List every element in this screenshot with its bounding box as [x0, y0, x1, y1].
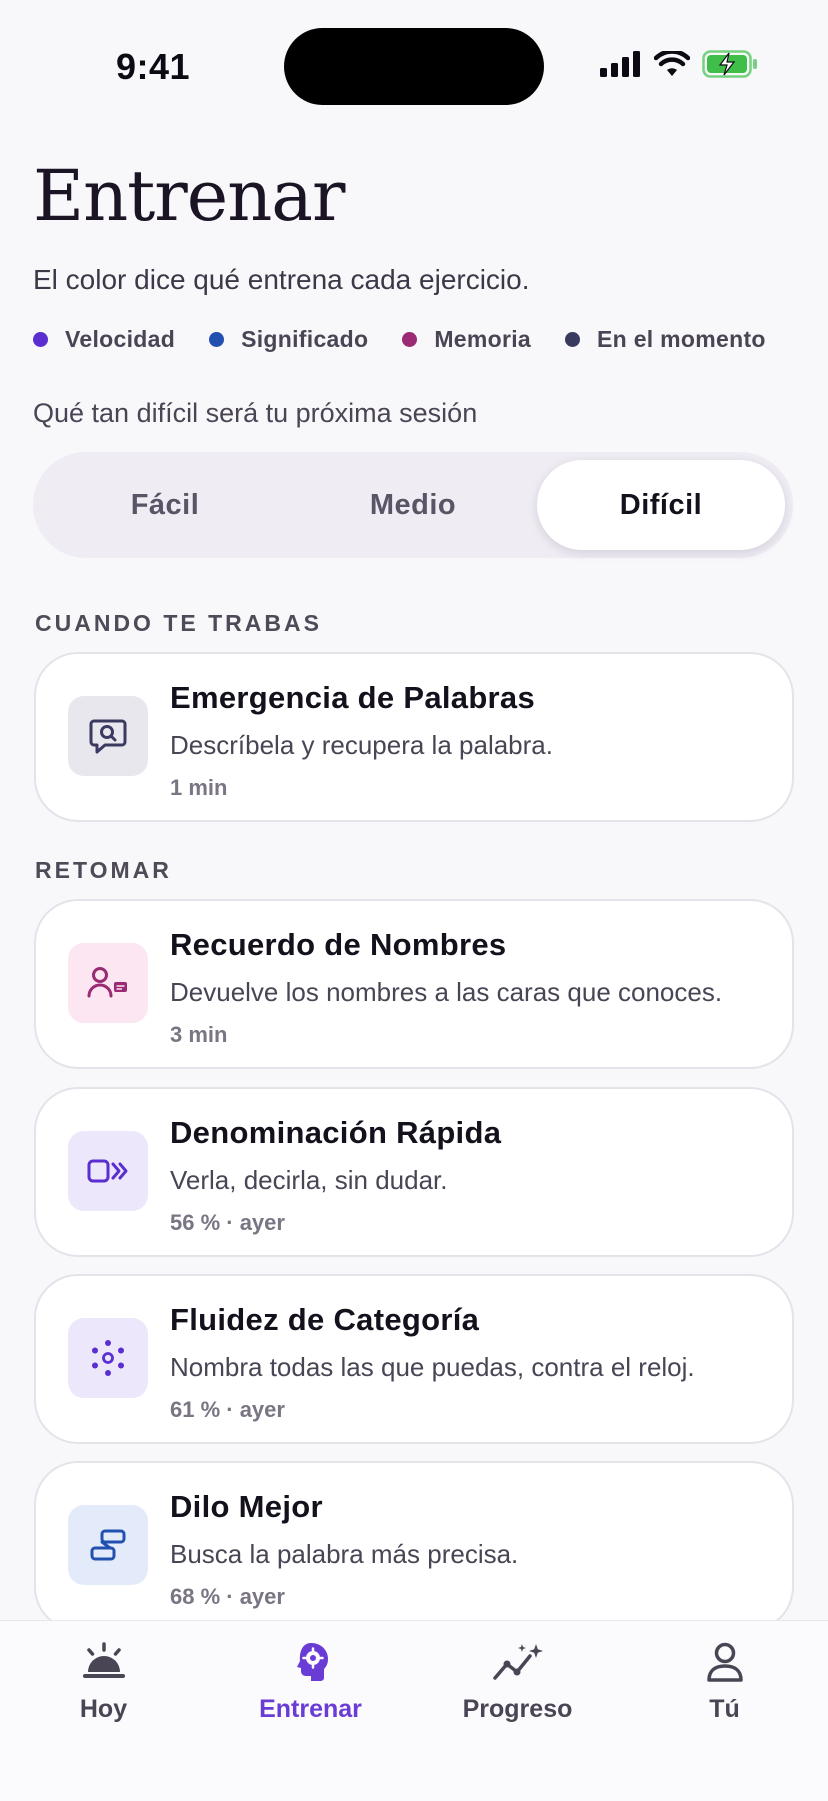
- tab-bar: Hoy Entrenar Progreso Tú: [0, 1620, 828, 1801]
- legend-dot: [33, 332, 48, 347]
- legend-dot: [565, 332, 581, 347]
- dots-circle-icon: [68, 1318, 148, 1398]
- card-description: Nombra todas las que puedas, contra el r…: [170, 1352, 695, 1382]
- legend-dot: [209, 332, 225, 347]
- section-header-retomar: RETOMAR: [35, 857, 172, 883]
- cellular-signal-icon: [600, 51, 640, 77]
- card-title: Emergencia de Palabras: [170, 680, 536, 715]
- status-bar: 9:41: [0, 0, 828, 130]
- legend-label: Memoria: [434, 326, 532, 352]
- card-title: Recuerdo de Nombres: [170, 927, 507, 962]
- person-card-icon: [68, 943, 148, 1023]
- section-header-cuando-te-trabas: CUANDO TE TRABAS: [35, 610, 322, 636]
- card-description: Busca la palabra más precisa.: [170, 1539, 519, 1569]
- exercise-card-dilo-mejor[interactable]: Dilo Mejor Busca la palabra más precisa.…: [34, 1461, 794, 1631]
- tab-progreso[interactable]: Progreso: [414, 1621, 621, 1751]
- speech-search-icon: [68, 696, 148, 776]
- legend-item-en-el-momento: En el momento: [565, 326, 766, 353]
- legend-item-significado: Significado: [209, 326, 368, 353]
- wifi-icon: [654, 51, 690, 76]
- difficulty-option-facil[interactable]: Fácil: [41, 460, 289, 550]
- legend-label: Velocidad: [65, 326, 176, 352]
- exercise-card-emergencia-de-palabras[interactable]: Emergencia de Palabras Descríbela y recu…: [34, 652, 794, 822]
- tab-tu[interactable]: Tú: [621, 1621, 828, 1751]
- difficulty-option-medio[interactable]: Medio: [289, 460, 537, 550]
- tab-entrenar[interactable]: Entrenar: [207, 1621, 414, 1751]
- card-description: Verla, decirla, sin dudar.: [170, 1165, 448, 1195]
- sparkle-chart-icon: [492, 1637, 544, 1687]
- card-description: Descríbela y recupera la palabra.: [170, 730, 553, 760]
- card-meta: 1 min: [170, 775, 228, 800]
- battery-charging-icon: [702, 50, 757, 78]
- tab-label: Hoy: [79, 1695, 128, 1723]
- legend-item-velocidad: Velocidad: [33, 326, 175, 353]
- card-meta: 68 % · ayer: [170, 1584, 285, 1609]
- dynamic-island: [284, 28, 544, 105]
- legend-item-memoria: Memoria: [402, 326, 531, 353]
- legend-label: Significado: [241, 326, 369, 352]
- legend-label: En el momento: [597, 326, 766, 352]
- difficulty-option-dificil[interactable]: Difícil: [537, 460, 785, 550]
- exercise-card-recuerdo-de-nombres[interactable]: Recuerdo de Nombres Devuelve los nombres…: [34, 899, 794, 1069]
- card-title: Fluidez de Categoría: [170, 1302, 480, 1337]
- card-meta: 61 % · ayer: [170, 1397, 285, 1422]
- skill-legend: Velocidad Significado Memoria En el mome…: [33, 326, 766, 353]
- card-meta: 3 min: [170, 1022, 228, 1047]
- exercise-card-fluidez-de-categoria[interactable]: Fluidez de Categoría Nombra todas las qu…: [34, 1274, 794, 1444]
- status-time: 9:41: [116, 46, 191, 87]
- tab-label: Tú: [709, 1695, 740, 1723]
- sunrise-icon: [80, 1637, 128, 1687]
- tab-label: Entrenar: [259, 1695, 362, 1723]
- person-icon: [705, 1637, 745, 1687]
- blocks-icon: [68, 1505, 148, 1585]
- card-title: Dilo Mejor: [170, 1489, 323, 1524]
- card-description: Devuelve los nombres a las caras que con…: [170, 977, 723, 1007]
- page-subtitle: El color dice qué entrena cada ejercicio…: [33, 264, 530, 295]
- exercise-card-denominacion-rapida[interactable]: Denominación Rápida Verla, decirla, sin …: [34, 1087, 794, 1257]
- brain-gear-icon: [289, 1637, 333, 1687]
- page-title: Entrenar: [33, 155, 345, 237]
- tab-hoy[interactable]: Hoy: [0, 1621, 207, 1751]
- legend-dot: [402, 332, 418, 347]
- card-title: Denominación Rápida: [170, 1115, 502, 1150]
- tab-label: Progreso: [462, 1695, 573, 1723]
- fast-forward-icon: [68, 1131, 148, 1211]
- difficulty-segmented-control: Fácil Medio Difícil: [33, 452, 793, 558]
- status-icons: [600, 50, 758, 78]
- difficulty-label: Qué tan difícil será tu próxima sesión: [33, 398, 478, 428]
- card-meta: 56 % · ayer: [170, 1210, 285, 1235]
